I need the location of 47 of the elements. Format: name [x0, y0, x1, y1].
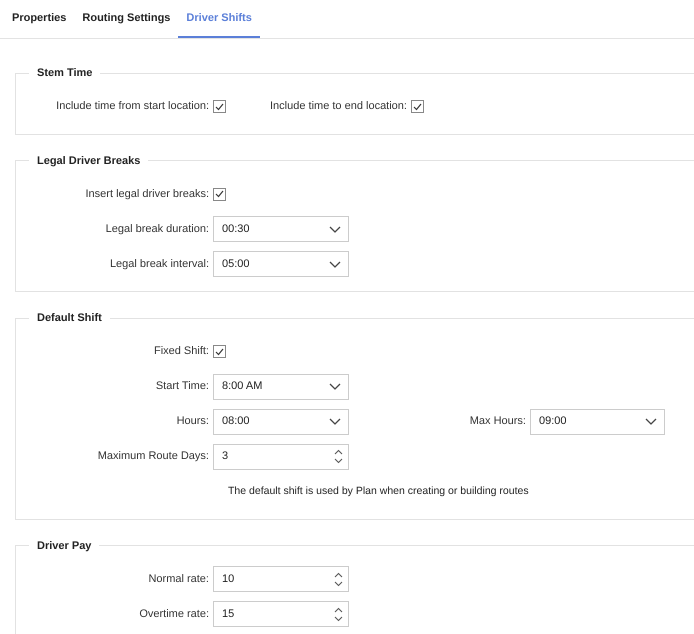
field-label: Include time from start location:	[55, 99, 209, 114]
field-label: Maximum Route Days:	[96, 449, 209, 464]
dropdown[interactable]: 09:00	[530, 408, 665, 434]
spin-up-icon[interactable]	[334, 449, 343, 455]
field-label: Insert legal driver breaks:	[84, 186, 209, 202]
dropdown[interactable]: 8:00 AM	[213, 374, 349, 400]
chevron-down-icon	[329, 383, 341, 390]
group-title: Driver Pay	[36, 538, 92, 554]
chevron-down-icon	[329, 418, 341, 425]
group-title: Default Shift	[36, 311, 103, 326]
field-label: Legal break interval:	[108, 256, 209, 272]
number-field[interactable]: 10	[213, 566, 349, 592]
chevron-down-icon	[329, 226, 341, 232]
check-icon	[215, 102, 224, 110]
field-label: Overtime rate:	[138, 606, 209, 622]
field-label: Max Hours:	[468, 414, 526, 430]
number-field[interactable]: 15	[213, 601, 349, 627]
field-label: Include time to end location:	[270, 99, 407, 114]
dropdown[interactable]: 05:00	[213, 251, 349, 277]
dropdown[interactable]: 08:00	[213, 408, 349, 434]
field-label: Hours:	[176, 414, 209, 430]
chevron-down-icon	[645, 418, 657, 425]
field-label: Fixed Shift:	[152, 344, 209, 360]
field-label: Legal break duration:	[104, 222, 209, 237]
spin-up-icon[interactable]	[334, 606, 343, 612]
field-label: Normal rate:	[147, 572, 209, 587]
number-field[interactable]: 3	[213, 444, 349, 470]
tab[interactable]: Driver Shifts	[178, 0, 260, 38]
tab[interactable]: Properties	[4, 0, 74, 38]
field-label: Start Time:	[154, 379, 209, 394]
group-title: Stem Time	[36, 66, 94, 81]
dropdown[interactable]: 00:30	[213, 216, 349, 242]
spin-up-icon[interactable]	[334, 572, 343, 578]
spin-down-icon[interactable]	[334, 580, 343, 586]
check-icon	[215, 348, 224, 356]
checkbox[interactable]	[410, 100, 424, 113]
check-icon	[412, 102, 422, 110]
chevron-down-icon	[329, 260, 341, 268]
checkbox[interactable]	[213, 345, 226, 358]
checkbox[interactable]	[213, 188, 226, 200]
help-text: The default shift is used by Plan when creating or building routes	[228, 484, 529, 499]
group-title: Legal Driver Breaks	[36, 154, 142, 168]
spin-down-icon[interactable]	[334, 616, 343, 622]
checkbox[interactable]	[213, 100, 226, 113]
check-icon	[215, 190, 224, 198]
tab[interactable]: Routing Settings	[74, 0, 178, 38]
spin-down-icon[interactable]	[334, 458, 343, 464]
